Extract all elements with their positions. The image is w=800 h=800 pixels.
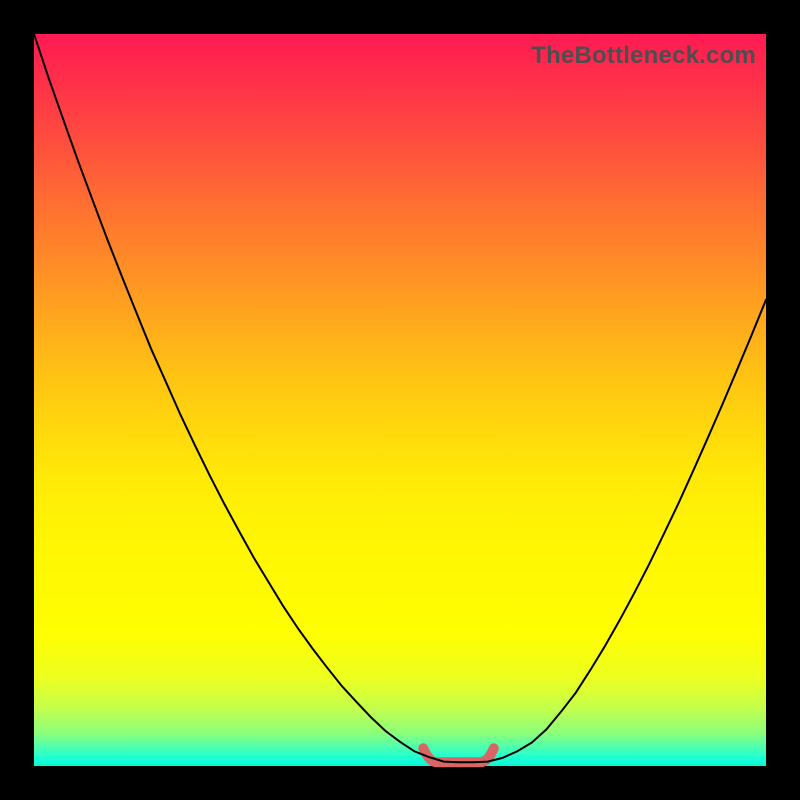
chart-container: TheBottleneck.com	[0, 0, 800, 800]
plot-area: TheBottleneck.com	[34, 34, 766, 766]
chart-svg	[34, 34, 766, 766]
valley-marker	[423, 748, 494, 762]
bottleneck-curve	[34, 34, 766, 762]
